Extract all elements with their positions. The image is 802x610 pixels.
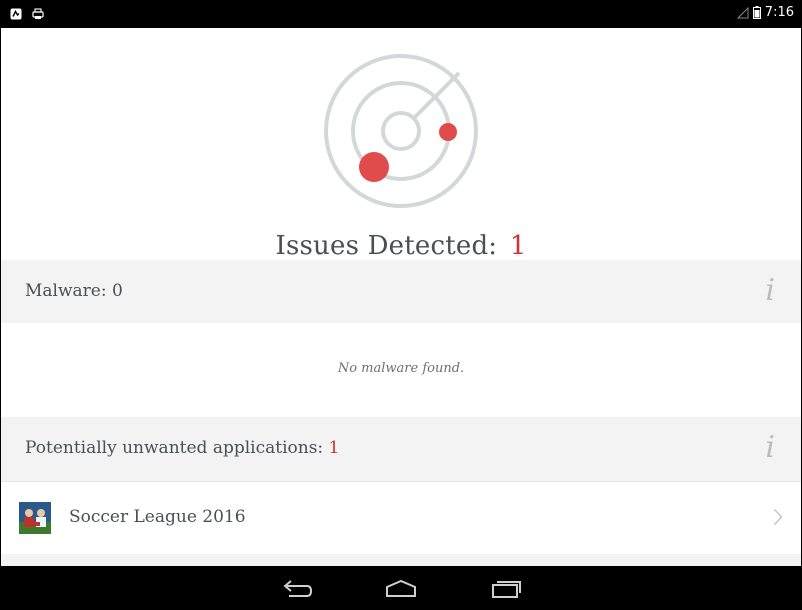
navigation-bar <box>0 566 802 610</box>
scan-results-screen: Issues Detected: 1 Malware: 0 i No malwa… <box>1 28 801 566</box>
status-bar: 7:16 <box>0 0 802 28</box>
no-malware-message: No malware found. <box>337 361 465 376</box>
printer-icon <box>32 8 44 19</box>
pua-count: 1 <box>328 438 340 458</box>
issues-detected-label: Issues Detected: <box>275 231 498 261</box>
no-signal-icon <box>736 6 749 18</box>
home-icon[interactable] <box>381 574 421 602</box>
status-clock: 7:16 <box>764 5 794 20</box>
radar-icon <box>324 54 478 208</box>
recents-icon[interactable] <box>486 574 526 602</box>
issues-detected-count: 1 <box>509 231 527 261</box>
list-item[interactable]: Soccer League 2016 <box>1 482 801 554</box>
soccer-app-icon <box>19 502 51 534</box>
list-footer-divider <box>1 554 801 566</box>
battery-icon <box>752 6 761 19</box>
pua-label-text: Potentially unwanted applications: <box>25 438 324 458</box>
malware-info-icon[interactable]: i <box>765 276 775 306</box>
app-notification-icon <box>10 8 22 20</box>
pua-label: Potentially unwanted applications: 1 <box>25 438 339 458</box>
pua-info-icon[interactable]: i <box>765 433 775 463</box>
back-icon[interactable] <box>277 574 317 602</box>
malware-label: Malware: 0 <box>25 281 123 301</box>
status-bar-notifications <box>10 8 44 20</box>
chevron-right-icon <box>773 508 783 526</box>
app-name: Soccer League 2016 <box>69 507 246 527</box>
pua-section-header: Potentially unwanted applications: 1 i <box>1 417 801 482</box>
malware-section-header: Malware: 0 i <box>1 260 801 323</box>
issues-detected-heading: Issues Detected: 1 <box>1 231 801 261</box>
status-bar-system: 7:16 <box>736 5 794 20</box>
